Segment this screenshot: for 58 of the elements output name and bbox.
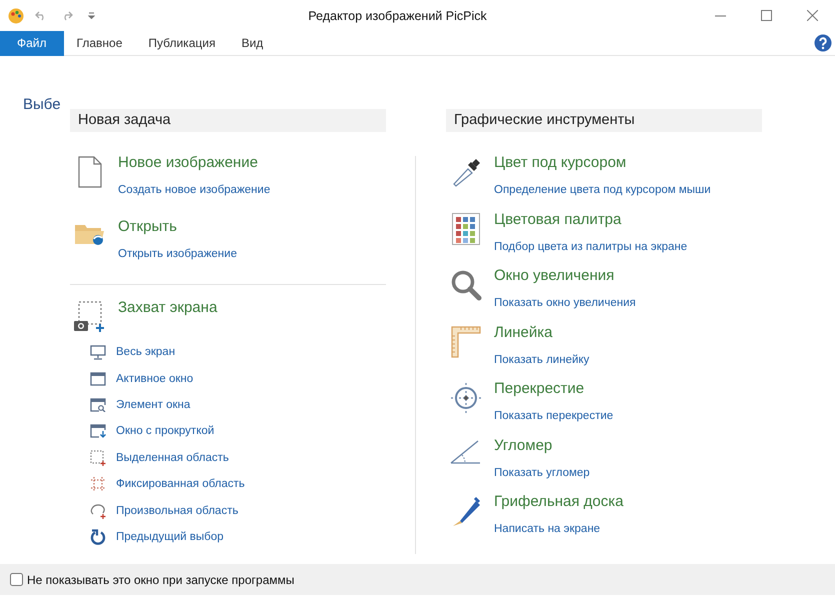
palette-icon xyxy=(452,212,480,244)
section-header: Новая задача xyxy=(70,109,386,132)
capture-option-link[interactable]: Фиксированная область xyxy=(116,477,245,492)
ribbon-tab[interactable]: Вид xyxy=(228,30,276,56)
freehand-icon xyxy=(90,502,106,519)
window-icon xyxy=(90,372,106,386)
checkbox[interactable] xyxy=(10,573,23,586)
window-scroll-icon xyxy=(90,424,106,438)
item-title[interactable]: Новое изображение xyxy=(118,154,270,172)
item-title[interactable]: Открыть xyxy=(118,218,237,236)
fixed-area-icon xyxy=(90,476,106,492)
tool-title[interactable]: Окно увеличения xyxy=(494,267,636,285)
capture-option-link[interactable]: Активное окно xyxy=(116,372,194,386)
section-header: Графические инструменты xyxy=(446,109,762,132)
refresh-icon xyxy=(90,528,106,545)
screen-capture-icon xyxy=(74,301,106,333)
tool-link[interactable]: Определение цвета под курсором мыши xyxy=(494,184,711,196)
capture-option-link[interactable]: Выделенная область xyxy=(116,450,229,465)
tool-link[interactable]: Показать линейку xyxy=(494,354,590,366)
ribbon-tab[interactable]: Файл xyxy=(0,30,64,56)
magnifier-icon xyxy=(450,269,482,301)
capture-option-link[interactable]: Предыдущий выбор xyxy=(116,530,224,544)
window-search-icon xyxy=(90,398,106,412)
window-title: Редактор изображений PicPick xyxy=(308,8,487,22)
tool-title[interactable]: Линейка xyxy=(494,324,590,342)
tool-link[interactable]: Показать окно увеличения xyxy=(494,297,636,309)
item-link[interactable]: Открыть изображение xyxy=(118,248,237,260)
capture-option-link[interactable]: Весь экран xyxy=(116,345,176,360)
protractor-icon xyxy=(450,438,482,464)
tool-title[interactable]: Цвет под курсором xyxy=(494,154,711,172)
eyedropper-icon xyxy=(451,156,481,188)
dropdown-icon xyxy=(88,12,94,19)
tool-title[interactable]: Цветовая палитра xyxy=(494,210,688,228)
tool-title[interactable]: Угломер xyxy=(494,436,590,454)
tool-link[interactable]: Подбор цвета из палитры на экране xyxy=(494,240,688,252)
tool-link[interactable]: Показать перекрестие xyxy=(494,410,614,422)
document-icon xyxy=(78,156,102,188)
ribbon-tab[interactable]: Главное xyxy=(64,30,136,56)
ruler-icon xyxy=(451,326,481,358)
close-icon xyxy=(806,10,818,21)
heading-text: Выбе xyxy=(23,95,61,115)
crosshair-icon xyxy=(450,382,482,414)
help-icon xyxy=(814,34,832,52)
app-logo-icon xyxy=(8,8,24,24)
tool-title[interactable]: Перекрестие xyxy=(494,380,614,398)
item-title[interactable]: Захват экрана xyxy=(118,299,218,339)
capture-option-link[interactable]: Окно с прокруткой xyxy=(116,424,214,438)
item-link[interactable]: Создать новое изображение xyxy=(118,184,270,196)
tool-link[interactable]: Написать на экране xyxy=(494,523,600,535)
capture-option-link[interactable]: Элемент окна xyxy=(116,398,190,412)
selection-icon xyxy=(90,450,106,466)
tool-link[interactable]: Показать угломер xyxy=(494,466,590,478)
tool-title[interactable]: Грифельная доска xyxy=(494,493,624,511)
capture-option-link[interactable]: Произвольная область xyxy=(116,504,238,518)
maximize-icon xyxy=(760,10,772,21)
ribbon-tab[interactable]: Публикация xyxy=(135,30,228,56)
checkbox-label[interactable]: Не показывать это окно при запуске программы xyxy=(27,570,294,588)
monitor-icon xyxy=(90,344,106,360)
